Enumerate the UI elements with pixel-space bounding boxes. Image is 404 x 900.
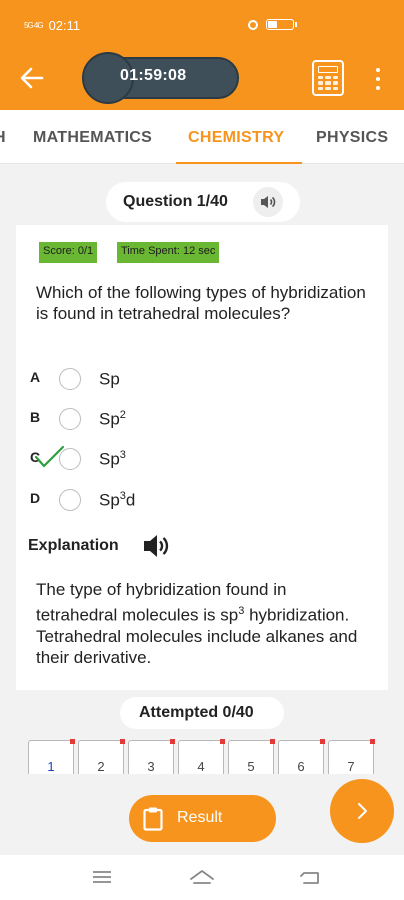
correct-check-icon — [34, 445, 65, 468]
score-badge: Score: 0/1 — [39, 242, 98, 263]
tab-physics[interactable]: PHYSICS — [316, 129, 388, 147]
unanswered-marker — [120, 739, 125, 744]
option-d[interactable]: D Sp3d — [16, 486, 376, 516]
status-bar-right — [248, 19, 297, 30]
clipboard-icon — [143, 807, 163, 831]
unanswered-marker — [220, 739, 225, 744]
unanswered-marker — [70, 739, 75, 744]
next-question-button[interactable] — [330, 779, 394, 843]
option-letter: D — [30, 490, 41, 506]
option-text: Sp3 — [99, 449, 126, 469]
active-tab-indicator — [176, 162, 302, 164]
question-number-button[interactable]: 4 — [178, 739, 225, 774]
question-number-button[interactable]: 6 — [278, 739, 325, 774]
question-number-button[interactable]: 7 — [328, 739, 375, 774]
question-number-button[interactable]: 2 — [78, 739, 125, 774]
option-letter: B — [30, 409, 41, 425]
question-number-button[interactable]: 5 — [228, 739, 275, 774]
home-icon[interactable] — [188, 865, 216, 889]
option-text: Sp — [99, 369, 120, 389]
network-indicator: 5G 4G — [24, 21, 44, 30]
unanswered-marker — [270, 739, 275, 744]
time-spent-badge: Time Spent: 12 sec — [117, 242, 220, 263]
question-number: 5 — [247, 759, 255, 774]
explanation-title: Explanation — [28, 537, 119, 554]
question-text: Which of the following types of hybridiz… — [36, 283, 366, 323]
radio-button[interactable] — [59, 489, 81, 511]
option-letter: A — [30, 369, 41, 385]
tab-mathematics[interactable]: MATHEMATICS — [33, 129, 152, 147]
attempted-counter: Attempted 0/40 — [120, 697, 284, 729]
back-arrow-icon[interactable] — [16, 62, 48, 94]
unanswered-marker — [370, 739, 375, 744]
question-card: Score: 0/1 Time Spent: 12 sec Which of t… — [16, 225, 388, 690]
system-nav-bar — [0, 855, 404, 900]
tab-partial[interactable]: H — [0, 129, 6, 147]
question-number: 6 — [297, 759, 305, 774]
question-number-button[interactable]: 1 — [28, 739, 75, 774]
status-time: 02:11 — [48, 18, 81, 33]
result-label: Result — [177, 809, 223, 826]
option-text: Sp3d — [99, 490, 136, 510]
radio-button[interactable] — [59, 368, 81, 390]
question-number: 3 — [147, 759, 155, 774]
question-number: 1 — [47, 759, 55, 774]
speaker-icon[interactable] — [253, 187, 283, 217]
chevron-right-icon — [358, 803, 367, 819]
option-text: Sp2 — [99, 409, 126, 429]
app-bar: 5G 4G 02:11 01:59:08 — [0, 0, 404, 110]
more-vert-icon[interactable] — [374, 68, 382, 90]
question-number-button[interactable]: 3 — [128, 739, 175, 774]
explanation-text: The type of hybridization found in tetra… — [36, 580, 358, 668]
battery-icon — [266, 19, 297, 30]
option-b[interactable]: B Sp2 — [16, 405, 376, 435]
unanswered-marker — [320, 739, 325, 744]
question-number-strip: 1 2 3 4 5 6 7 — [0, 738, 404, 774]
status-bar-left: 5G 4G 02:11 — [24, 18, 80, 33]
speaker-icon[interactable] — [141, 531, 171, 561]
battery-fill — [268, 21, 277, 28]
question-number: 7 — [347, 759, 355, 774]
option-c[interactable]: C Sp3 — [16, 445, 376, 475]
attempted-label: Attempted 0/40 — [139, 704, 254, 721]
subject-tabs: H MATHEMATICS CHEMISTRY PHYSICS — [0, 110, 404, 164]
question-number: 2 — [97, 759, 105, 774]
menu-icon[interactable] — [88, 865, 116, 889]
unanswered-marker — [170, 739, 175, 744]
option-a[interactable]: A Sp — [16, 365, 376, 395]
result-button[interactable]: Result — [129, 795, 276, 842]
question-number: 4 — [197, 759, 205, 774]
question-header: Question 1/40 — [106, 182, 300, 222]
radio-button[interactable] — [59, 408, 81, 430]
question-counter: Question 1/40 — [123, 193, 228, 210]
alarm-icon — [248, 19, 258, 30]
back-icon[interactable] — [296, 865, 324, 889]
tab-chemistry[interactable]: CHEMISTRY — [188, 129, 284, 147]
timer-text: 01:59:08 — [120, 67, 187, 84]
calculator-icon[interactable] — [312, 60, 344, 96]
